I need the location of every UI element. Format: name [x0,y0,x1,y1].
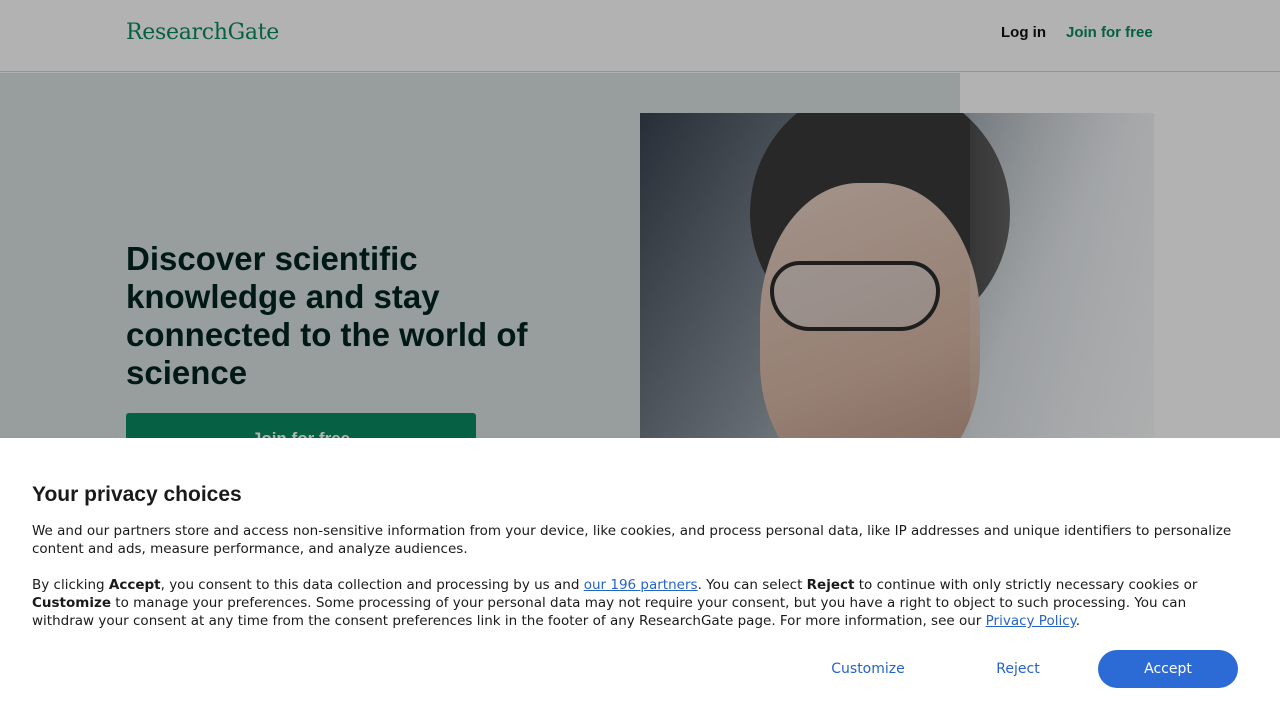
customize-button[interactable]: Customize [808,650,928,688]
privacy-consent-banner: Your privacy choices We and our partners… [0,438,1280,720]
consent-details: By clicking Accept, you consent to this … [32,577,1198,629]
reject-button[interactable]: Reject [968,650,1068,688]
privacy-policy-link[interactable]: Privacy Policy [986,613,1076,629]
accept-button[interactable]: Accept [1098,650,1238,688]
consent-title: Your privacy choices [32,483,242,506]
partners-link[interactable]: our 196 partners [584,577,698,593]
consent-description: We and our partners store and access non… [32,523,1232,557]
